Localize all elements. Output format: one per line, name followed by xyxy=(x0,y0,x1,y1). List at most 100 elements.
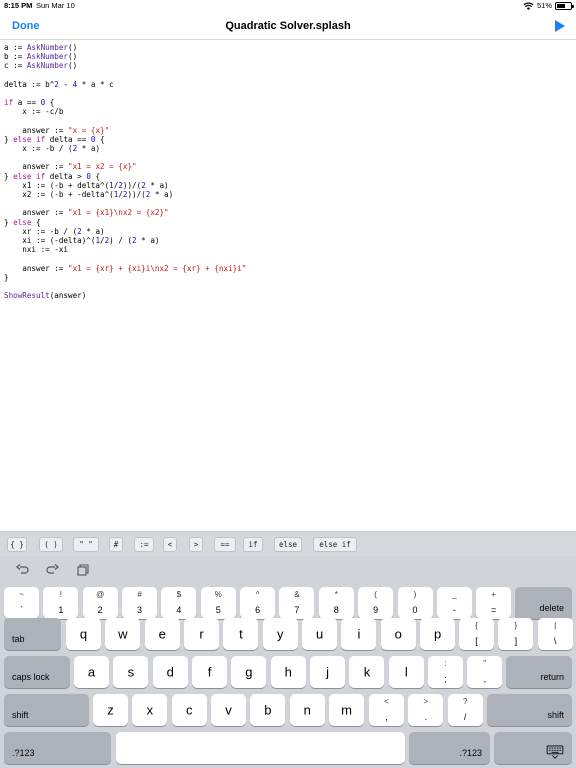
key-shift-label: : xyxy=(444,659,447,668)
caps-lock-key[interactable]: caps lock xyxy=(4,656,70,688)
key-m[interactable]: m xyxy=(329,694,365,726)
key-label: w xyxy=(118,626,128,642)
keyboard-hide-key[interactable] xyxy=(494,732,572,764)
key-label: p xyxy=(434,626,442,642)
key-bracket-0[interactable]: {[ xyxy=(459,618,494,650)
numbers-right-key[interactable]: .?123 xyxy=(409,732,490,764)
key-4[interactable]: $4 xyxy=(161,587,197,619)
key-1[interactable]: ! 1 xyxy=(43,587,79,619)
key-punct-0[interactable]: :; xyxy=(428,656,463,688)
code-token: * a * c xyxy=(77,79,114,89)
key-a[interactable]: a xyxy=(74,656,109,688)
shortcut-button[interactable]: := xyxy=(134,537,154,552)
numbers-left-key[interactable]: .?123 xyxy=(4,732,111,764)
key-n[interactable]: n xyxy=(289,694,325,726)
paste-icon[interactable] xyxy=(76,564,89,576)
key-label: c xyxy=(185,702,193,718)
key-z[interactable]: z xyxy=(93,694,128,726)
play-icon[interactable] xyxy=(554,19,566,33)
key-u[interactable]: u xyxy=(302,618,338,650)
shortcut-button[interactable]: < xyxy=(163,537,177,552)
key-j[interactable]: j xyxy=(310,656,346,688)
code-line: x := -c/b xyxy=(4,107,572,116)
key-shift-label: " xyxy=(483,659,487,668)
code-token: * a) xyxy=(77,144,101,154)
shortcut-button[interactable]: ( ) xyxy=(39,537,63,552)
shortcut-button[interactable]: if xyxy=(243,537,263,552)
code-token: } xyxy=(4,272,9,282)
key-sym-0[interactable]: <, xyxy=(369,694,404,726)
undo-icon[interactable] xyxy=(16,564,29,576)
key--[interactable]: _ - xyxy=(436,587,472,619)
shortcut-button[interactable]: else xyxy=(274,537,302,552)
key-o[interactable]: o xyxy=(380,618,416,650)
key-punct-1[interactable]: ", xyxy=(467,656,503,688)
key-6[interactable]: ^ 6 xyxy=(240,587,276,619)
shortcut-button[interactable]: > xyxy=(189,537,203,552)
shortcut-button[interactable]: " " xyxy=(73,537,99,552)
code-token: () xyxy=(68,52,78,62)
code-line: nxi := -xi xyxy=(4,245,572,254)
key-label: 6 xyxy=(255,605,261,615)
tab-key[interactable]: tab xyxy=(4,618,61,650)
key-label: f xyxy=(207,664,212,680)
key-7[interactable]: & 7 xyxy=(279,587,315,619)
key-g[interactable]: g xyxy=(231,656,267,688)
key-label: - xyxy=(452,605,456,615)
key-label: . xyxy=(424,712,428,722)
space-bar[interactable] xyxy=(116,732,405,764)
key-5[interactable]: % 5 xyxy=(200,587,236,619)
shortcut-button[interactable]: { } xyxy=(7,537,27,552)
key-9[interactable]: (9 xyxy=(358,587,394,619)
key-`[interactable]: ~ ` xyxy=(4,587,39,619)
key-2[interactable]: @2 xyxy=(82,587,118,619)
key-shift-label: ! xyxy=(59,590,62,599)
delete-key[interactable]: delete xyxy=(515,587,572,619)
code-token: "x = {x}" xyxy=(68,125,110,135)
key-i[interactable]: i xyxy=(341,618,377,650)
key-v[interactable]: v xyxy=(211,694,247,726)
key-label: l xyxy=(404,664,408,680)
redo-icon[interactable] xyxy=(46,564,59,576)
key-sym-2[interactable]: ? / xyxy=(447,694,483,726)
return-key[interactable]: return xyxy=(506,656,572,688)
key-sym-1[interactable]: >. xyxy=(408,694,444,726)
key-8[interactable]: * 8 xyxy=(318,587,354,619)
key-shift-label: ) xyxy=(413,590,417,599)
key-3[interactable]: #3 xyxy=(122,587,158,619)
key-bracket-1[interactable]: }] xyxy=(498,618,534,650)
code-editor[interactable]: a := AskNumber() b := AskNumber() c := Ask… xyxy=(4,43,572,527)
shortcut-button[interactable]: else if xyxy=(313,537,357,552)
key-f[interactable]: f xyxy=(192,656,228,688)
key-label: b xyxy=(264,702,272,718)
key-l[interactable]: l xyxy=(388,656,424,688)
key-label: shift xyxy=(12,710,29,720)
key-x[interactable]: x xyxy=(132,694,168,726)
navigation-bar: Done Quadratic Solver.splash xyxy=(0,12,576,40)
key-t[interactable]: t xyxy=(223,618,259,650)
key-b[interactable]: b xyxy=(250,694,286,726)
key-k[interactable]: k xyxy=(349,656,385,688)
code-token: ))/( xyxy=(127,190,146,199)
key-h[interactable]: h xyxy=(270,656,306,688)
key-label: .?123 xyxy=(459,748,482,758)
key-d[interactable]: d xyxy=(152,656,188,688)
shortcut-button[interactable]: == xyxy=(214,537,236,552)
shortcut-button[interactable]: # xyxy=(109,537,123,552)
key-w[interactable]: w xyxy=(105,618,141,650)
key-p[interactable]: p xyxy=(420,618,456,650)
shift-right-key[interactable]: shift xyxy=(487,694,572,726)
key-q[interactable]: q xyxy=(66,618,101,650)
key-r[interactable]: r xyxy=(184,618,220,650)
key-bracket-2[interactable]: | \ xyxy=(537,618,573,650)
key-0[interactable]: ) 0 xyxy=(397,587,433,619)
key-label: 7 xyxy=(294,605,300,615)
key-e[interactable]: e xyxy=(144,618,180,650)
key-y[interactable]: y xyxy=(262,618,298,650)
key-s[interactable]: s xyxy=(113,656,149,688)
key-=[interactable]: + = xyxy=(476,587,512,619)
key-c[interactable]: c xyxy=(171,694,207,726)
shift-left-key[interactable]: shift xyxy=(4,694,89,726)
code-token: x1 := (-b + delta^( xyxy=(4,180,110,190)
